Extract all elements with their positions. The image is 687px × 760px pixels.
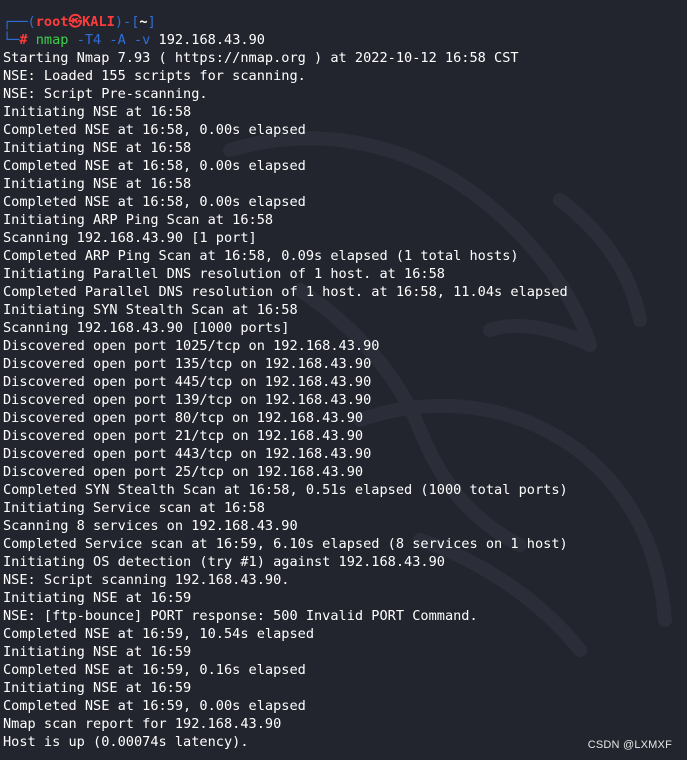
output-line: Initiating Parallel DNS resolution of 1 … (3, 266, 445, 282)
output-line: Completed ARP Ping Scan at 16:58, 0.09s … (3, 248, 519, 264)
output-line: Completed NSE at 16:58, 0.00s elapsed (3, 194, 306, 210)
prompt-frame-open: ┌──( (3, 14, 36, 30)
output-line: Initiating NSE at 16:58 (3, 176, 192, 192)
output-line: Discovered open port 21/tcp on 192.168.4… (3, 428, 364, 444)
output-line: Discovered open port 139/tcp on 192.168.… (3, 392, 372, 408)
output-line: Completed NSE at 16:59, 10.54s elapsed (3, 626, 314, 642)
output-line: Host is up (0.00074s latency). (3, 734, 249, 750)
prompt-line-1: ┌──(root㉿KALI)-[~] (3, 13, 687, 31)
watermark: CSDN @LXMXF (587, 739, 672, 751)
output-line: Discovered open port 1025/tcp on 192.168… (3, 338, 380, 354)
output-line: Nmap scan report for 192.168.43.90 (3, 716, 282, 732)
output-line: NSE: [ftp-bounce] PORT response: 500 Inv… (3, 608, 478, 624)
command-name: nmap (35, 32, 69, 48)
output-line: Initiating ARP Ping Scan at 16:58 (3, 212, 274, 228)
output-line: Completed NSE at 16:58, 0.00s elapsed (3, 122, 306, 138)
output-line: Scanning 192.168.43.90 [1000 ports] (3, 320, 290, 336)
output-line: NSE: Script Pre-scanning. (3, 86, 208, 102)
output-line: Initiating OS detection (try #1) against… (3, 554, 445, 570)
output-line: Scanning 192.168.43.90 [1 port] (3, 230, 257, 246)
output-line: Discovered open port 80/tcp on 192.168.4… (3, 410, 364, 426)
output-line: NSE: Loaded 155 scripts for scanning. (3, 68, 306, 84)
prompt-frame-close: ] (147, 14, 156, 30)
scan-output: Starting Nmap 7.93 ( https://nmap.org ) … (3, 49, 687, 751)
prompt-line-2: └─# nmap -T4 -A -v 192.168.43.90 (3, 31, 687, 49)
prompt-hash: # (19, 32, 28, 48)
output-line: Initiating NSE at 16:58 (3, 140, 192, 156)
output-line: Scanning 8 services on 192.168.43.90 (3, 518, 298, 534)
output-line: Starting Nmap 7.93 ( https://nmap.org ) … (3, 50, 519, 66)
output-line: Initiating NSE at 16:59 (3, 590, 192, 606)
output-line: Initiating NSE at 16:59 (3, 644, 192, 660)
output-line: Initiating NSE at 16:58 (3, 104, 192, 120)
output-line: Completed NSE at 16:58, 0.00s elapsed (3, 158, 306, 174)
prompt-user: root㉿KALI (35, 14, 115, 30)
output-line: Completed NSE at 16:59, 0.00s elapsed (3, 698, 306, 714)
terminal-window[interactable]: ┌──(root㉿KALI)-[~] └─# nmap -T4 -A -v 19… (0, 0, 687, 760)
output-line: Initiating NSE at 16:59 (3, 680, 192, 696)
command-flags: -T4 -A -v (76, 32, 151, 48)
output-line: Discovered open port 445/tcp on 192.168.… (3, 374, 372, 390)
command-target: 192.168.43.90 (158, 32, 265, 48)
output-line: Discovered open port 443/tcp on 192.168.… (3, 446, 372, 462)
output-line: Completed Parallel DNS resolution of 1 h… (3, 284, 568, 300)
output-line: Initiating Service scan at 16:58 (3, 500, 265, 516)
prompt-corner: └─ (3, 32, 20, 48)
output-line: Completed NSE at 16:59, 0.16s elapsed (3, 662, 306, 678)
output-line: Completed Service scan at 16:59, 6.10s e… (3, 536, 568, 552)
prompt-frame-mid: )-[ (114, 14, 140, 30)
output-line: NSE: Script scanning 192.168.43.90. (3, 572, 290, 588)
output-line: Completed SYN Stealth Scan at 16:58, 0.5… (3, 482, 568, 498)
output-line: Discovered open port 135/tcp on 192.168.… (3, 356, 372, 372)
prompt-directory: ~ (139, 14, 148, 30)
output-line: Initiating SYN Stealth Scan at 16:58 (3, 302, 298, 318)
terminal-output: ┌──(root㉿KALI)-[~] └─# nmap -T4 -A -v 19… (3, 13, 687, 751)
output-line: Discovered open port 25/tcp on 192.168.4… (3, 464, 364, 480)
